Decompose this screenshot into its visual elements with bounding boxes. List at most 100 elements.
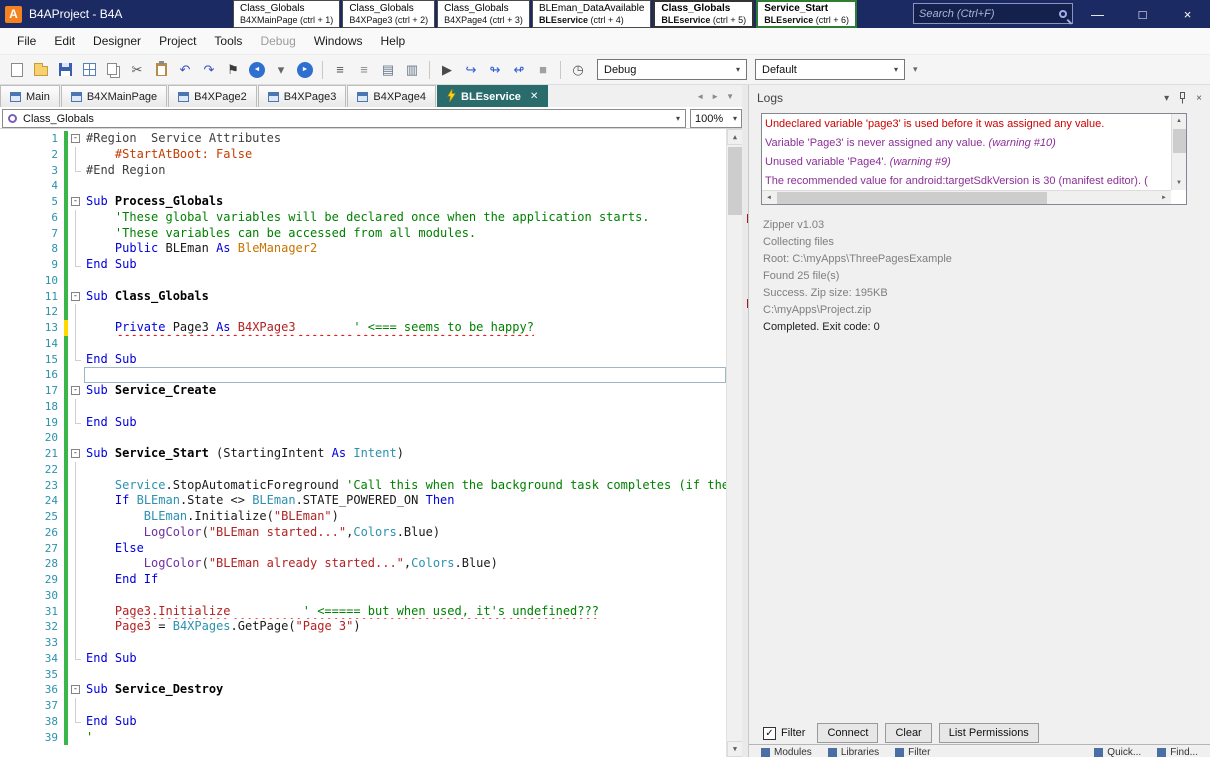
fold-collapse-icon[interactable]: - (71, 197, 80, 206)
clear-button[interactable]: Clear (885, 723, 931, 743)
code-line[interactable]: 11-Sub Class_Globals (0, 289, 726, 305)
editor-vertical-scrollbar[interactable]: ▲ ▼ (726, 129, 742, 757)
code-line[interactable]: 20 (0, 430, 726, 446)
warnings-horizontal-scrollbar[interactable]: ◄ ► (762, 190, 1171, 204)
paste-icon[interactable] (150, 59, 172, 81)
menu-file[interactable]: File (8, 29, 45, 53)
bottom-tab-find[interactable]: Find... (1157, 747, 1198, 757)
code-line[interactable]: 37 (0, 698, 726, 714)
filter-checkbox[interactable]: ✓ (763, 727, 776, 740)
code-line[interactable]: 6 'These global variables will be declar… (0, 210, 726, 226)
code-line[interactable]: 31 Page3.Initialize ' <===== but when us… (0, 604, 726, 620)
pin-icon[interactable] (1178, 92, 1187, 104)
scrollbar-thumb[interactable] (1173, 129, 1186, 153)
bookmark-tab-bleman-dataavailable-bleservice[interactable]: BLEman_DataAvailableBLEservice (ctrl + 4… (532, 0, 651, 28)
new-module-icon[interactable] (6, 59, 28, 81)
bottom-tab-quick[interactable]: Quick... (1094, 747, 1141, 757)
fold-collapse-icon[interactable]: - (71, 134, 80, 143)
code-line[interactable]: 29 End If (0, 572, 726, 588)
log-warning[interactable]: Variable 'Page3' is never assigned any v… (765, 134, 1171, 153)
fold-column[interactable]: - (68, 131, 84, 147)
comment-selection-icon[interactable]: ▤ (377, 59, 399, 81)
fold-collapse-icon[interactable]: - (71, 685, 80, 694)
minimize-button[interactable]: — (1075, 0, 1120, 28)
warnings-vertical-scrollbar[interactable]: ▲ ▼ (1171, 114, 1186, 190)
fold-column[interactable]: - (68, 383, 84, 399)
code-line[interactable]: 23 Service.StopAutomaticForeground 'Call… (0, 478, 726, 494)
fold-collapse-icon[interactable]: - (71, 386, 80, 395)
tab-list-dropdown-icon[interactable]: ▼ (726, 92, 734, 101)
maximize-button[interactable]: □ (1120, 0, 1165, 28)
stop-icon[interactable]: ■ (532, 59, 554, 81)
tab-main[interactable]: Main (0, 85, 60, 107)
indent-increase-icon[interactable]: ≡ (353, 59, 375, 81)
close-button[interactable]: × (1165, 0, 1210, 28)
navigate-back-icon[interactable]: ◄ (246, 59, 268, 81)
scroll-up-icon[interactable]: ▲ (1172, 114, 1186, 128)
toolbar-overflow-icon[interactable]: ▾ (913, 64, 918, 75)
code-line[interactable]: 30 (0, 588, 726, 604)
fold-collapse-icon[interactable]: - (71, 292, 80, 301)
code-line[interactable]: 5-Sub Process_Globals (0, 194, 726, 210)
run-configuration-select[interactable]: Default ▾ (755, 59, 905, 80)
fold-column[interactable]: - (68, 194, 84, 210)
navigate-back-dropdown-icon[interactable]: ▾ (270, 59, 292, 81)
code-line[interactable]: 16 (0, 367, 726, 383)
bottom-tab-libraries[interactable]: Libraries (828, 747, 879, 757)
code-line[interactable]: 36-Sub Service_Destroy (0, 682, 726, 698)
menu-help[interactable]: Help (372, 29, 415, 53)
code-line[interactable]: 34End Sub (0, 651, 726, 667)
search-box[interactable] (913, 3, 1073, 24)
code-line[interactable]: 38End Sub (0, 714, 726, 730)
code-line[interactable]: 33 (0, 635, 726, 651)
zoom-selector[interactable]: 100% ▾ (690, 109, 742, 128)
copy-icon[interactable] (102, 59, 124, 81)
code-line[interactable]: 35 (0, 667, 726, 683)
search-input[interactable] (919, 8, 1055, 20)
code-line[interactable]: 14 (0, 336, 726, 352)
bottom-tab-modules[interactable]: Modules (761, 747, 812, 757)
code-line[interactable]: 17-Sub Service_Create (0, 383, 726, 399)
code-line[interactable]: 26 LogColor("BLEman started...",Colors.B… (0, 525, 726, 541)
bottom-tab-filter[interactable]: Filter (895, 747, 930, 757)
build-configuration-select[interactable]: Debug ▾ (597, 59, 747, 80)
scroll-right-icon[interactable]: ► (1157, 191, 1171, 204)
menu-project[interactable]: Project (150, 29, 205, 53)
code-line[interactable]: 24 If BLEman.State <> BLEman.STATE_POWER… (0, 493, 726, 509)
run-icon[interactable]: ▶ (436, 59, 458, 81)
menu-debug[interactable]: Debug (251, 29, 304, 53)
scroll-up-icon[interactable]: ▲ (727, 129, 742, 145)
code-line[interactable]: 21-Sub Service_Start (StartingIntent As … (0, 446, 726, 462)
visual-designer-icon[interactable] (78, 59, 100, 81)
bookmark-tab-class-globals-bleservice[interactable]: Class_GlobalsBLEservice (ctrl + 5) (653, 0, 754, 28)
tab-scroll-right-icon[interactable]: ► (711, 92, 719, 101)
tab-b4xmainpage[interactable]: B4XMainPage (61, 85, 167, 107)
sub-selector[interactable]: Class_Globals ▾ (2, 109, 686, 128)
fold-column[interactable]: - (68, 446, 84, 462)
log-warning[interactable]: The recommended value for android:target… (765, 172, 1171, 190)
scroll-down-icon[interactable]: ▼ (1172, 176, 1186, 190)
redo-icon[interactable]: ↷ (198, 59, 220, 81)
code-line[interactable]: 15End Sub (0, 352, 726, 368)
fold-column[interactable]: - (68, 289, 84, 305)
code-line[interactable]: 25 BLEman.Initialize("BLEman") (0, 509, 726, 525)
tab-b4xpage2[interactable]: B4XPage2 (168, 85, 257, 107)
scrollbar-thumb[interactable] (728, 147, 742, 215)
bookmark-tab-class-globals-b4xmainpage[interactable]: Class_GlobalsB4XMainPage (ctrl + 1) (233, 0, 340, 28)
code-line[interactable]: 32 Page3 = B4XPages.GetPage("Page 3") (0, 619, 726, 635)
code-line[interactable]: 12 (0, 304, 726, 320)
code-line[interactable]: 13 Private Page3 As B4XPage3 ' <=== seem… (0, 320, 726, 336)
code-editor[interactable]: 1-#Region Service Attributes2 #StartAtBo… (0, 129, 742, 757)
menu-tools[interactable]: Tools (205, 29, 251, 53)
tab-close-icon[interactable]: ✕ (530, 91, 538, 102)
code-line[interactable]: 39' (0, 730, 726, 746)
log-warning[interactable]: Unused variable 'Page4'. (warning #9) (765, 153, 1171, 172)
rebuild-icon[interactable]: ◷ (567, 59, 589, 81)
tab-b4xpage3[interactable]: B4XPage3 (258, 85, 347, 107)
navigate-forward-icon[interactable]: ► (294, 59, 316, 81)
cut-icon[interactable]: ✂ (126, 59, 148, 81)
uncomment-selection-icon[interactable]: ▥ (401, 59, 423, 81)
code-line[interactable]: 10 (0, 273, 726, 289)
code-line[interactable]: 7 'These variables can be accessed from … (0, 226, 726, 242)
code-line[interactable]: 9End Sub (0, 257, 726, 273)
